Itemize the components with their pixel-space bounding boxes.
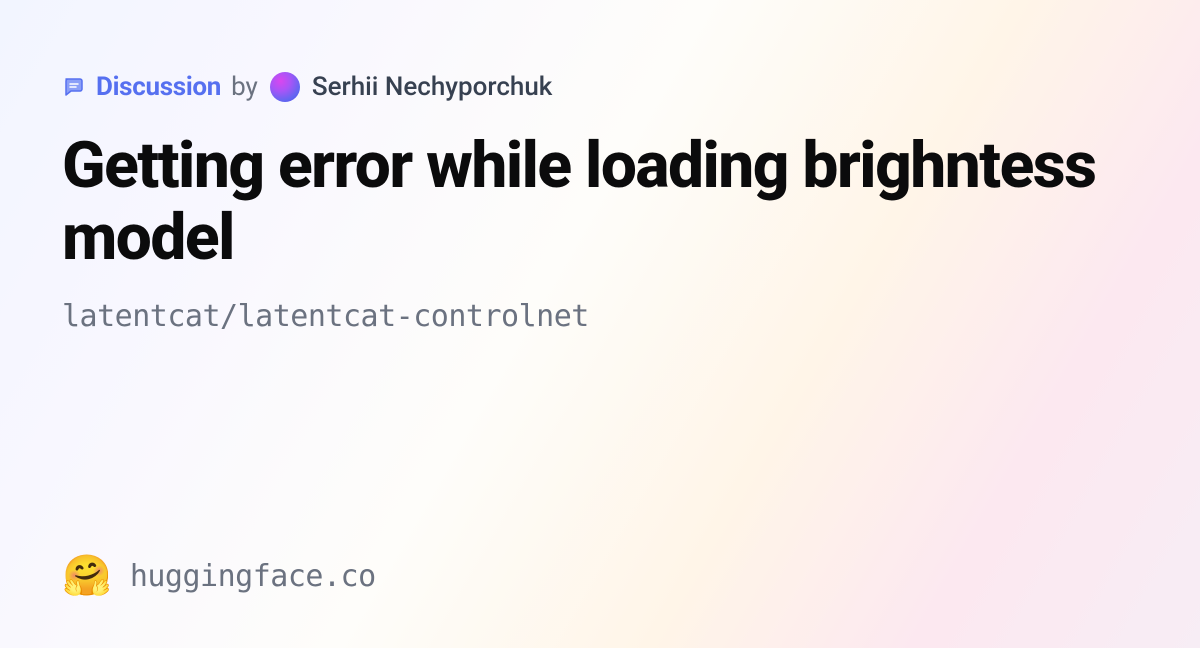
discussion-icon bbox=[62, 75, 86, 99]
repo-path: latentcat/latentcat-controlnet bbox=[62, 299, 1138, 334]
author-name: Serhii Nechyporchuk bbox=[312, 72, 553, 102]
by-text: by bbox=[231, 72, 258, 102]
footer: 🤗 huggingface.co bbox=[62, 556, 376, 596]
author-avatar bbox=[270, 72, 300, 102]
huggingface-logo-icon: 🤗 bbox=[62, 556, 112, 596]
site-url: huggingface.co bbox=[130, 559, 376, 594]
discussion-label: Discussion bbox=[96, 72, 221, 102]
content-area: Discussion by Serhii Nechyporchuk Gettin… bbox=[0, 0, 1200, 406]
discussion-title: Getting error while loading brighntess m… bbox=[62, 130, 1138, 273]
meta-row: Discussion by Serhii Nechyporchuk bbox=[62, 72, 1138, 102]
